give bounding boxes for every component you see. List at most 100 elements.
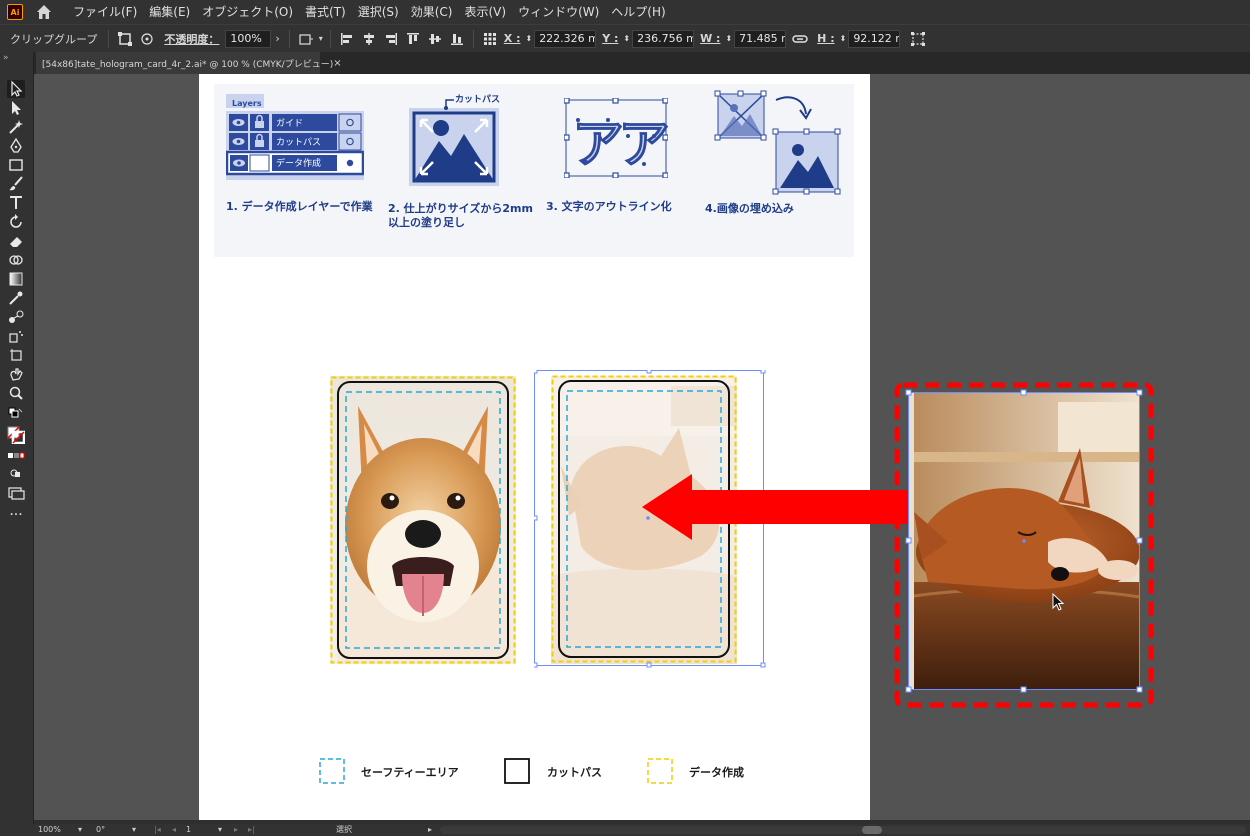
transform-icon[interactable]	[910, 31, 926, 47]
rectangle-tool-icon[interactable]	[7, 156, 25, 174]
status-arrow-icon[interactable]: ▸	[428, 824, 432, 836]
step-2-label-line2: 以上の塗り足し	[388, 216, 465, 229]
direct-selection-tool-icon[interactable]	[7, 99, 25, 117]
divider	[108, 29, 110, 48]
magic-wand-tool-icon[interactable]	[7, 118, 25, 136]
blend-tool-icon[interactable]	[7, 308, 25, 326]
layers-title: Layers	[232, 99, 262, 108]
embed-image-illustration	[714, 90, 841, 195]
menu-bar: Ai ファイル(F) 編集(E) オブジェクト(O) 書式(T) 選択(S) 効…	[0, 0, 1250, 24]
next-artboard-icon[interactable]: ▸	[234, 824, 238, 836]
outline-text-illustration: アア	[564, 98, 668, 178]
zoom-dropdown-icon[interactable]: ▾	[78, 824, 82, 836]
chevron-down-icon[interactable]: ▾	[317, 34, 325, 43]
safety-area-swatch	[319, 758, 345, 784]
bleed-illustration	[409, 99, 499, 186]
illustrator-window: Ai ファイル(F) 編集(E) オブジェクト(O) 書式(T) 選択(S) 効…	[0, 0, 1250, 836]
status-bar: 100% ▾ 0° ▾ |◂ ◂ 1 ▾ ▸ ▸| 選択 ▸	[0, 824, 1250, 836]
stepper-icon[interactable]: ⬍	[523, 34, 534, 43]
menu-edit[interactable]: 編集(E)	[143, 0, 196, 24]
menu-type[interactable]: 書式(T)	[299, 0, 352, 24]
divider	[472, 29, 474, 48]
menu-file[interactable]: ファイル(F)	[67, 0, 143, 24]
zoom-tool-icon[interactable]	[7, 384, 25, 402]
align-top-icon[interactable]	[405, 31, 421, 47]
symbol-sprayer-tool-icon[interactable]	[7, 327, 25, 345]
reference-point-icon[interactable]	[482, 31, 498, 47]
zoom-level[interactable]: 100%	[38, 824, 61, 836]
panel-collapse-icon[interactable]: »	[0, 52, 34, 74]
clip-group-icon[interactable]	[117, 31, 133, 47]
menu-select[interactable]: 選択(S)	[352, 0, 405, 24]
selection-type-label: クリップグループ	[10, 32, 98, 46]
drag-arrow-icon	[642, 474, 908, 540]
app-logo: Ai	[7, 4, 23, 20]
data-creation-swatch	[647, 758, 673, 784]
type-tool-icon[interactable]	[7, 194, 25, 212]
document-tab[interactable]: [54x86]tate_hologram_card_4r_2.ai* @ 100…	[36, 52, 342, 74]
menu-object[interactable]: オブジェクト(O)	[196, 0, 299, 24]
rotate-tool-icon[interactable]	[7, 213, 25, 231]
align-right-icon[interactable]	[383, 31, 399, 47]
shape-builder-tool-icon[interactable]	[7, 251, 25, 269]
y-field[interactable]: 236.756 mı	[632, 29, 695, 48]
canvas[interactable]: Layers ガイド カットパス データ作成 カットパス アア 1. データ作成…	[34, 74, 1250, 824]
artboard-dropdown-icon[interactable]: ▾	[218, 824, 222, 836]
align-center-icon[interactable]	[361, 31, 377, 47]
align-middle-icon[interactable]	[427, 31, 443, 47]
align-left-icon[interactable]	[339, 31, 355, 47]
align-bottom-icon[interactable]	[449, 31, 465, 47]
current-tool-status: 選択	[336, 825, 352, 834]
tools-panel: » ···	[0, 52, 34, 824]
fill-stroke-icon[interactable]	[7, 426, 26, 445]
x-field[interactable]: 222.326 mı	[534, 29, 597, 48]
artboard-number[interactable]: 1	[186, 824, 191, 836]
selection-tool-icon[interactable]	[7, 80, 25, 98]
pen-tool-icon[interactable]	[7, 137, 25, 155]
stepper-icon[interactable]: ⬍	[723, 34, 734, 43]
screen-mode-icon[interactable]	[7, 484, 25, 502]
mouse-cursor-icon	[1052, 593, 1065, 611]
stepper-icon[interactable]: ⬍	[838, 34, 849, 43]
target-icon[interactable]	[139, 31, 155, 47]
drawing-mode-icon[interactable]	[7, 464, 25, 482]
h-field[interactable]: 92.122 mr	[848, 29, 901, 48]
gradient-tool-icon[interactable]	[7, 270, 25, 288]
artboard[interactable]: Layers ガイド カットパス データ作成 カットパス アア 1. データ作成…	[199, 74, 870, 824]
document-tab-title: [54x86]tate_hologram_card_4r_2.ai* @ 100…	[42, 59, 334, 70]
document-setup-icon[interactable]	[298, 31, 314, 47]
previous-artboard-icon[interactable]: ◂	[172, 824, 176, 836]
more-tools-icon[interactable]: ···	[7, 508, 25, 528]
default-colors-icon[interactable]	[7, 406, 25, 424]
link-icon[interactable]	[792, 31, 808, 47]
last-artboard-icon[interactable]: ▸|	[248, 824, 255, 836]
menu-help[interactable]: ヘルプ(H)	[605, 0, 671, 24]
w-field[interactable]: 71.485 mr	[734, 29, 787, 48]
first-artboard-icon[interactable]: |◂	[154, 824, 161, 836]
opacity-field[interactable]: 100%	[225, 29, 272, 48]
home-icon[interactable]	[35, 3, 53, 21]
menu-view[interactable]: 表示(V)	[458, 0, 512, 24]
step-1-label: 1. データ作成レイヤーで作業	[226, 200, 373, 213]
hand-tool-icon[interactable]	[7, 365, 25, 383]
rotation-dropdown-icon[interactable]: ▾	[132, 824, 136, 836]
rotation-value[interactable]: 0°	[96, 824, 105, 836]
opacity-label[interactable]: 不透明度：	[158, 31, 225, 47]
horizontal-scrollbar[interactable]	[440, 826, 1246, 834]
h-label: H :	[817, 32, 835, 45]
menu-window[interactable]: ウィンドウ(W)	[512, 0, 605, 24]
eyedropper-tool-icon[interactable]	[7, 289, 25, 307]
close-icon[interactable]: ×	[333, 58, 341, 69]
step-3-label: 3. 文字のアウトライン化	[546, 200, 672, 213]
divider	[288, 29, 290, 48]
paintbrush-tool-icon[interactable]	[7, 175, 25, 193]
step-2-label: 2. 仕上がりサイズから2mm	[388, 202, 533, 215]
menu-effect[interactable]: 効果(C)	[405, 0, 459, 24]
layer-row-cutpath: カットパス	[276, 138, 322, 148]
eraser-tool-icon[interactable]	[7, 232, 25, 250]
legend-data-creation: データ作成	[689, 766, 744, 779]
opacity-arrow-icon[interactable]: ›	[271, 32, 283, 45]
artboard-tool-icon[interactable]	[7, 346, 25, 364]
stepper-icon[interactable]: ⬍	[621, 34, 632, 43]
scrollbar-thumb[interactable]	[862, 826, 882, 834]
